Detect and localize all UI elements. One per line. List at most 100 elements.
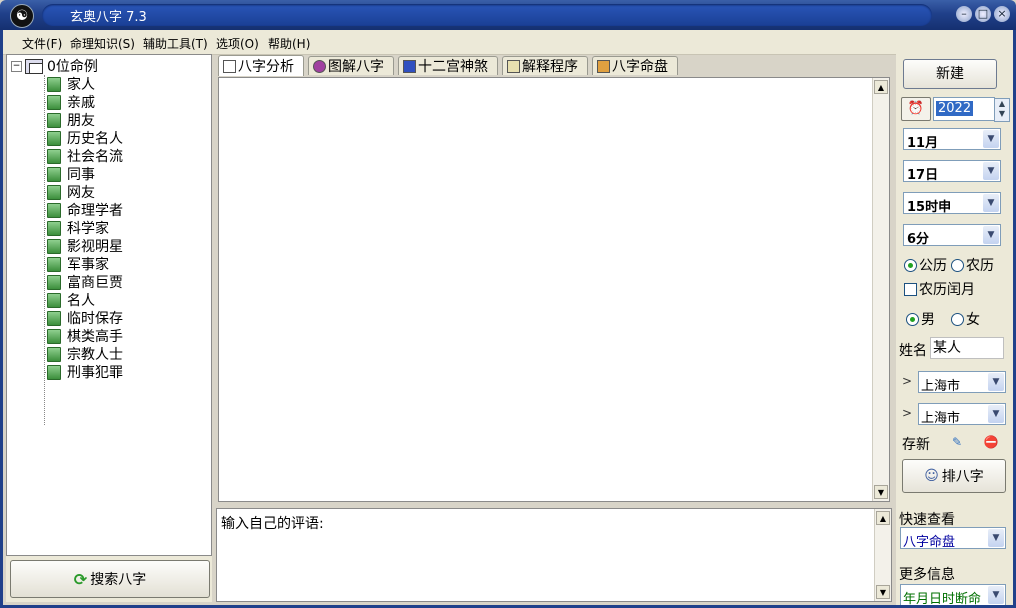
chevron-down-icon[interactable]: ▼ <box>988 373 1004 391</box>
person-folder-icon <box>47 202 61 218</box>
tree-item[interactable]: 同事 <box>47 165 95 183</box>
hour-select[interactable]: 15时申 ▼ <box>903 192 1001 215</box>
tree-item[interactable]: 家人 <box>47 75 95 93</box>
menu-file[interactable]: 文件(F) <box>22 35 62 52</box>
menu-options[interactable]: 选项(O) <box>216 35 259 52</box>
person-folder-icon <box>47 166 61 182</box>
female-radio[interactable] <box>951 312 964 326</box>
chevron-down-icon[interactable]: ▼ <box>988 529 1004 547</box>
new-button[interactable]: 新建 <box>903 59 997 89</box>
maximize-icon[interactable]: □ <box>975 6 991 22</box>
tree-item-label: 历史名人 <box>67 131 123 147</box>
close-icon[interactable]: × <box>994 6 1010 22</box>
leap-month-checkbox[interactable] <box>904 282 917 296</box>
tab-strip: 八字分析 图解八字 十二宫神煞 解释程序 八字命盘 <box>216 55 894 76</box>
tree-item[interactable]: 临时保存 <box>47 309 123 327</box>
tree-item-label: 亲戚 <box>67 95 95 111</box>
tree-item[interactable]: 科学家 <box>47 219 109 237</box>
save-new-label: 存新 <box>902 437 930 453</box>
app-logo-icon[interactable]: ☯ <box>10 4 34 28</box>
menu-tools[interactable]: 辅助工具(T) <box>143 35 208 52</box>
tree-item-label: 临时保存 <box>67 311 123 327</box>
arrange-bazi-label: 排八字 <box>941 469 984 485</box>
male-radio[interactable] <box>906 312 919 326</box>
solar-radio[interactable] <box>904 258 917 272</box>
title-pill <box>42 4 932 26</box>
tree-item[interactable]: 军事家 <box>47 255 109 273</box>
chevron-down-icon[interactable]: ▼ <box>988 405 1004 423</box>
minute-select[interactable]: 6分 ▼ <box>903 224 1001 247</box>
tab-explain[interactable]: 解释程序 <box>502 56 588 75</box>
tree-root[interactable]: − 0位命例 <box>11 57 98 75</box>
refresh-icon: ⟳ <box>73 569 88 589</box>
tree-item-label: 朋友 <box>67 113 95 129</box>
tree-item-label: 社会名流 <box>67 149 123 165</box>
analysis-content[interactable]: ▲ ▼ <box>218 77 890 502</box>
chevron-down-icon[interactable]: ▼ <box>983 226 999 244</box>
script-icon <box>507 59 520 73</box>
name-input[interactable]: 某人 <box>930 337 1004 359</box>
tree-item[interactable]: 网友 <box>47 183 95 201</box>
tree-item[interactable]: 棋类高手 <box>47 327 123 345</box>
comment-scrollbar[interactable]: ▲ ▼ <box>874 509 891 601</box>
scroll-down-icon[interactable]: ▼ <box>876 585 890 599</box>
person-folder-icon <box>47 112 61 128</box>
tree-item[interactable]: 刑事犯罪 <box>47 363 123 381</box>
tree-item[interactable]: 富商巨贾 <box>47 273 123 291</box>
spin-up-icon[interactable]: ▲ <box>995 99 1009 109</box>
scroll-down-icon[interactable]: ▼ <box>874 485 888 499</box>
tab-twelve-palaces[interactable]: 十二宫神煞 <box>398 56 498 75</box>
name-label: 姓名 <box>899 343 927 359</box>
scroll-up-icon[interactable]: ▲ <box>874 80 888 94</box>
tab-bazi-analysis[interactable]: 八字分析 <box>218 55 304 76</box>
quick-view-select[interactable]: 八字命盘 ▼ <box>900 527 1006 550</box>
chevron-down-icon[interactable]: ▼ <box>983 194 999 212</box>
tree-item[interactable]: 命理学者 <box>47 201 123 219</box>
leap-month-label: 农历闰月 <box>919 282 975 298</box>
comment-textarea[interactable]: 输入自己的评语: ▲ ▼ <box>216 508 892 602</box>
stop-icon[interactable]: ⛔ <box>982 433 1000 451</box>
vertical-scrollbar[interactable]: ▲ ▼ <box>872 78 889 501</box>
year-spin-buttons[interactable]: ▲ ▼ <box>994 98 1010 122</box>
more-info-select[interactable]: 年月日时断命 ▼ <box>900 584 1006 607</box>
tab-bazi-plate[interactable]: 八字命盘 <box>592 56 678 75</box>
tree-item[interactable]: 社会名流 <box>47 147 123 165</box>
tree-item[interactable]: 朋友 <box>47 111 95 129</box>
day-select[interactable]: 17日 ▼ <box>903 160 1001 183</box>
tree-item-label: 网友 <box>67 185 95 201</box>
collapse-icon[interactable]: − <box>11 60 22 72</box>
tree-item[interactable]: 亲戚 <box>47 93 95 111</box>
save-pin-icon[interactable]: ✎ <box>948 433 966 451</box>
female-label: 女 <box>966 312 980 328</box>
arrange-bazi-button[interactable]: ☺ 排八字 <box>902 459 1006 493</box>
spin-down-icon[interactable]: ▼ <box>995 109 1009 119</box>
tree-root-label: 0位命例 <box>47 59 98 75</box>
folder-icon <box>25 58 43 74</box>
year-spinner[interactable]: 2022 ▲ ▼ <box>933 97 1010 122</box>
scroll-up-icon[interactable]: ▲ <box>876 511 890 525</box>
tree-item[interactable]: 影视明星 <box>47 237 123 255</box>
city-select[interactable]: 上海市 ▼ <box>918 403 1006 426</box>
chevron-down-icon[interactable]: ▼ <box>983 162 999 180</box>
province-select[interactable]: 上海市 ▼ <box>918 371 1006 394</box>
city-value: 上海市 <box>921 411 961 426</box>
chevron-down-icon[interactable]: ▼ <box>988 586 1004 604</box>
menu-bar: 文件(F) 命理知识(S) 辅助工具(T) 选项(O) 帮助(H) <box>0 30 1016 55</box>
grid-icon <box>403 59 416 73</box>
tree-item[interactable]: 历史名人 <box>47 129 123 147</box>
chevron-down-icon[interactable]: ▼ <box>983 130 999 148</box>
tab-label: 八字命盘 <box>612 59 668 75</box>
menu-knowledge[interactable]: 命理知识(S) <box>70 35 135 52</box>
tab-chart-bazi[interactable]: 图解八字 <box>308 56 394 75</box>
clock-icon[interactable]: ⏰ <box>901 97 931 121</box>
lunar-radio[interactable] <box>951 258 964 272</box>
minimize-icon[interactable]: – <box>956 6 972 22</box>
person-folder-icon <box>47 94 61 110</box>
menu-help[interactable]: 帮助(H) <box>268 35 310 52</box>
tree-item-label: 军事家 <box>67 257 109 273</box>
search-bazi-button[interactable]: ⟳ 搜索八字 <box>10 560 210 598</box>
tree-item[interactable]: 名人 <box>47 291 95 309</box>
month-select[interactable]: 11月 ▼ <box>903 128 1001 151</box>
tree-item[interactable]: 宗教人士 <box>47 345 123 363</box>
lunar-label: 农历 <box>966 258 994 274</box>
